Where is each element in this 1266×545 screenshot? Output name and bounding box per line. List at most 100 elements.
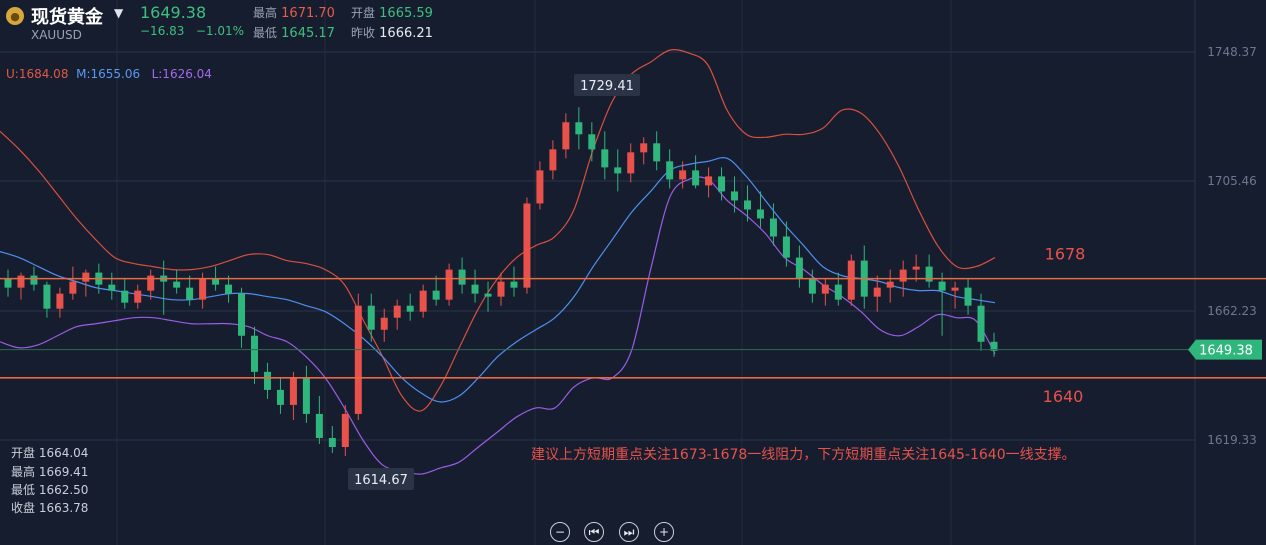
candle-body [289,377,297,405]
trough-label: 1614.67 [354,473,408,488]
candle-body [769,218,777,237]
candle-body [432,290,440,300]
candle [56,287,64,318]
candle-body [601,149,609,168]
quote-low: 最低 1645.17 [253,24,335,41]
skip-forward-icon[interactable]: ⏭ [619,522,639,542]
candle-body [212,278,220,285]
candle [121,278,129,309]
candle [847,254,855,306]
candle-body [627,152,635,174]
candle [225,275,233,303]
advisory-note: 建议上方短期重点关注1673-1678一线阻力，下方短期重点关注1645-164… [531,447,1076,463]
candle [964,278,972,315]
candle-body [575,122,583,135]
zoom-out-icon[interactable]: − [550,522,570,542]
candle-body [523,203,531,288]
candle-body [666,161,674,180]
candle-body [276,389,284,405]
candle [744,185,751,222]
skip-back-icon[interactable]: ⏮ [584,522,604,542]
candle [614,149,622,192]
instrument-title[interactable]: 现货黄金 [31,3,103,29]
candle [510,266,518,297]
candle-body [30,275,38,285]
candle-body [406,305,414,312]
candle-body [134,290,142,303]
candle-body [510,281,518,288]
candle [718,167,726,201]
candle-body [354,305,362,414]
quote-high-label: 最高 [253,6,278,20]
candle [17,272,25,300]
y-axis: 1748.37 1705.46 1662.23 1619.33 [1207,45,1257,447]
candle-body [549,149,557,171]
ohlc-open: 开盘 1664.04 [11,446,89,460]
candle [354,293,362,420]
instrument-symbol: XAUUSD [31,28,82,42]
ohlc-low: 最低 1662.50 [11,483,89,497]
candle [692,155,700,189]
candle [4,269,12,297]
ohlc-close: 收盘 1663.78 [11,501,89,515]
candle [471,269,479,303]
quote-prev-close: 昨收 1666.21 [351,24,433,41]
candle [795,245,803,288]
candle [432,275,440,306]
candle [562,113,570,159]
candle [588,122,596,162]
candle [653,131,661,171]
candle [43,281,51,318]
candle [276,377,284,414]
candle-body [873,287,881,297]
candle-body [471,284,479,294]
candle [69,266,77,300]
candle [821,278,829,306]
change-value: −16.83 [140,24,185,38]
quote-prev-close-value: 1666.21 [379,26,433,41]
quote-open-value: 1665.59 [379,6,433,21]
candle-body [238,293,246,336]
candle-body [821,284,829,294]
quote-high: 最高 1671.70 [253,4,335,21]
candle [549,140,557,180]
candle-body [251,335,258,372]
ohlc-high: 最高 1669.41 [11,465,89,479]
candle-body [912,266,920,270]
candle [886,269,894,303]
chevron-down-icon[interactable]: ▼ [114,6,123,20]
candle [380,308,388,342]
candle-body [977,305,985,342]
candle-body [899,269,907,282]
price-chart: 1748.37 1705.46 1662.23 1619.33 1649.38 1678… [0,0,1266,545]
candle-body [302,377,310,414]
candle [990,332,998,357]
price-change: −16.83 −1.01% [140,24,244,38]
y-tick-label: 1662.23 [1207,304,1257,318]
candle-body [679,170,687,180]
candle-body [614,167,622,174]
candle-body [705,176,713,186]
zoom-in-icon[interactable]: + [654,522,674,542]
candle [769,203,777,246]
candle-body [419,290,427,312]
candle-body [497,281,505,297]
candle-body [263,371,271,390]
candle-body [43,284,51,309]
candle-body [341,413,349,448]
peak-label: 1729.41 [580,79,634,94]
y-tick-label: 1748.37 [1207,45,1257,59]
candle [147,269,155,300]
candle-body [367,305,375,330]
candle [731,176,739,213]
indicator-legend: U:1684.08 M:1655.06 L:1626.04 [6,67,212,81]
candle [705,167,713,198]
candle-body [56,293,64,309]
candlestick-series [4,107,998,457]
candle-body [562,122,570,150]
candle-body [445,269,453,300]
candle-body [225,284,233,294]
candle [938,272,946,336]
resistance-label: 1678 [1045,245,1086,264]
chart-labels: 1649.38 1678 1640 1729.41 1614.67 建议上方短期重点关注1… [348,74,1262,490]
